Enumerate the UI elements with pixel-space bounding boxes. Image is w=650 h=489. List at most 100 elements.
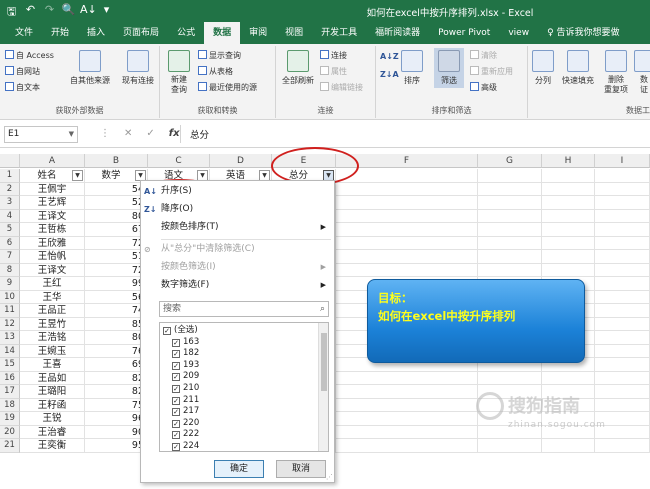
- table-cell[interactable]: [595, 358, 650, 372]
- tab-foxit[interactable]: 福昕阅读器: [366, 22, 429, 44]
- table-cell[interactable]: 69: [85, 358, 148, 372]
- table-cell[interactable]: 王璐阳: [20, 385, 85, 399]
- properties-button[interactable]: 属性: [320, 66, 347, 77]
- list-scrollbar[interactable]: [318, 323, 328, 451]
- checkbox-checked-icon[interactable]: ✓: [163, 327, 171, 335]
- table-cell[interactable]: [336, 398, 478, 412]
- row-header[interactable]: 20: [0, 425, 20, 439]
- table-cell[interactable]: [478, 439, 542, 453]
- data-validation-button[interactable]: 数 证: [634, 50, 650, 95]
- sort-descending-item[interactable]: Z↓ 降序(O): [141, 201, 334, 218]
- filter-list-item[interactable]: ✓ 217: [172, 406, 199, 417]
- header-cell[interactable]: 姓名 ▼: [20, 169, 85, 183]
- table-cell[interactable]: [595, 263, 650, 277]
- table-cell[interactable]: [336, 425, 478, 439]
- table-cell[interactable]: [336, 385, 478, 399]
- row-header[interactable]: 12: [0, 317, 20, 331]
- column-header-d[interactable]: D: [210, 154, 272, 168]
- sort-ascending-item[interactable]: A↓ 升序(S): [141, 183, 334, 200]
- table-cell[interactable]: 王品正: [20, 304, 85, 318]
- table-cell[interactable]: [595, 277, 650, 291]
- from-access-button[interactable]: 自 Access: [5, 50, 54, 61]
- column-header-i[interactable]: I: [595, 154, 650, 168]
- table-cell[interactable]: [336, 223, 478, 237]
- table-cell[interactable]: 56: [85, 290, 148, 304]
- new-query-button[interactable]: 新建 查询: [164, 50, 194, 95]
- table-cell[interactable]: 95: [85, 439, 148, 453]
- from-text-button[interactable]: 自文本: [5, 82, 40, 93]
- table-cell[interactable]: 51: [85, 250, 148, 264]
- edit-links-button[interactable]: 编辑链接: [320, 82, 363, 93]
- table-cell[interactable]: [336, 209, 478, 223]
- filter-search-input[interactable]: 搜索 ⌕: [159, 301, 329, 317]
- row-header[interactable]: 17: [0, 385, 20, 399]
- table-cell[interactable]: [336, 439, 478, 453]
- table-cell[interactable]: 王佩宇: [20, 182, 85, 196]
- tab-home[interactable]: 开始: [42, 22, 78, 44]
- from-other-sources-button[interactable]: 自其他来源: [66, 50, 114, 86]
- table-cell[interactable]: 82: [85, 385, 148, 399]
- table-cell[interactable]: [478, 263, 542, 277]
- row-header[interactable]: 15: [0, 358, 20, 372]
- table-cell[interactable]: 王华: [20, 290, 85, 304]
- checkbox-checked-icon[interactable]: ✓: [172, 431, 180, 440]
- connections-button[interactable]: 连接: [320, 50, 347, 61]
- table-cell[interactable]: 90: [85, 425, 148, 439]
- table-cell[interactable]: [595, 182, 650, 196]
- enter-icon[interactable]: ✓: [146, 128, 154, 139]
- table-cell[interactable]: [542, 196, 595, 210]
- table-cell[interactable]: [478, 236, 542, 250]
- table-cell[interactable]: [336, 371, 478, 385]
- row-header[interactable]: 4: [0, 209, 20, 223]
- table-cell[interactable]: 74: [85, 304, 148, 318]
- row-header[interactable]: 5: [0, 223, 20, 237]
- table-cell[interactable]: [595, 250, 650, 264]
- table-cell[interactable]: 王译文: [20, 263, 85, 277]
- table-cell[interactable]: 王红: [20, 277, 85, 291]
- header-cell[interactable]: [542, 169, 595, 183]
- filter-list-item[interactable]: ✓ 163: [172, 337, 199, 348]
- filter-list-item[interactable]: ✓ 210: [172, 383, 199, 394]
- advanced-filter-button[interactable]: 高级: [470, 82, 497, 93]
- tab-power-pivot[interactable]: Power Pivot: [429, 22, 499, 44]
- filter-list-item[interactable]: ✓ 209: [172, 371, 199, 382]
- table-cell[interactable]: [542, 250, 595, 264]
- checkbox-checked-icon[interactable]: ✓: [172, 443, 180, 451]
- checkbox-checked-icon[interactable]: ✓: [172, 373, 180, 382]
- table-cell[interactable]: 王治睿: [20, 425, 85, 439]
- table-cell[interactable]: 54: [85, 182, 148, 196]
- filter-list-item[interactable]: ✓ 224: [172, 441, 199, 451]
- filter-value-list[interactable]: ✓ (全选) ✓ 163 ✓ 182 ✓ 193 ✓ 209 ✓ 210 ✓ 211 ✓ 217 ✓ 220 ✓ 22…: [159, 322, 329, 452]
- from-web-button[interactable]: 自网站: [5, 66, 40, 77]
- table-cell[interactable]: [595, 344, 650, 358]
- table-cell[interactable]: 王哲栋: [20, 223, 85, 237]
- recent-sources-button[interactable]: 最近使用的源: [198, 82, 257, 93]
- table-cell[interactable]: 王浩铭: [20, 331, 85, 345]
- table-cell[interactable]: [336, 263, 478, 277]
- table-cell[interactable]: [336, 250, 478, 264]
- table-cell[interactable]: 76: [85, 344, 148, 358]
- ok-button[interactable]: 确定: [214, 460, 264, 478]
- checkbox-checked-icon[interactable]: ✓: [172, 361, 180, 370]
- table-cell[interactable]: [595, 223, 650, 237]
- row-header[interactable]: 8: [0, 263, 20, 277]
- table-cell[interactable]: [478, 371, 542, 385]
- tab-page-layout[interactable]: 页面布局: [114, 22, 168, 44]
- table-cell[interactable]: [478, 196, 542, 210]
- checkbox-checked-icon[interactable]: ✓: [172, 408, 180, 417]
- resize-grip-icon[interactable]: ⋰: [326, 473, 333, 481]
- clear-filter-item[interactable]: ⊘ 从"总分"中清除筛选(C): [141, 241, 334, 258]
- row-header[interactable]: 9: [0, 277, 20, 291]
- table-cell[interactable]: [595, 196, 650, 210]
- sort-za-icon[interactable]: Z↓A: [380, 70, 399, 79]
- number-filters-item[interactable]: 数字筛选(F) ▶: [141, 277, 334, 294]
- table-cell[interactable]: [595, 317, 650, 331]
- table-cell[interactable]: 王婉玉: [20, 344, 85, 358]
- row-header[interactable]: 1: [0, 169, 20, 183]
- select-all-corner[interactable]: [0, 154, 20, 168]
- checkbox-checked-icon[interactable]: ✓: [172, 338, 180, 347]
- filter-list-item[interactable]: ✓ 182: [172, 348, 199, 359]
- filter-list-item[interactable]: ✓ 211: [172, 395, 199, 406]
- text-to-columns-button[interactable]: 分列: [530, 50, 556, 86]
- filter-list-item[interactable]: ✓ 220: [172, 418, 199, 429]
